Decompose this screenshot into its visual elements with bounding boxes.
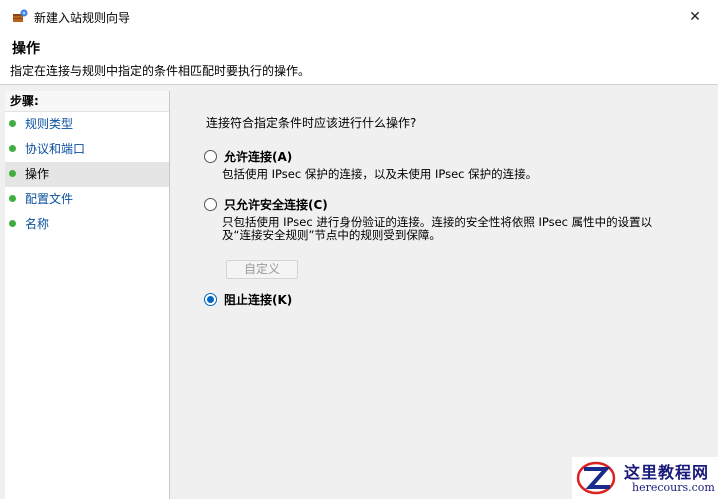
step-bullet-icon — [9, 120, 16, 127]
site-watermark: 这里教程网 herecours.com — [572, 457, 718, 499]
allow-secure-description: 只包括使用 IPsec 进行身份验证的连接。连接的安全性将依照 IPsec 属性… — [222, 215, 653, 242]
step-bullet-icon — [9, 170, 16, 177]
close-icon: ✕ — [689, 8, 701, 25]
action-question: 连接符合指定条件时应该进行什么操作? — [206, 116, 417, 130]
step-protocol-ports[interactable]: 协议和端口 — [5, 137, 169, 162]
step-bullet-icon — [9, 145, 16, 152]
step-bullet-icon — [9, 220, 16, 227]
block-radio[interactable] — [204, 293, 217, 306]
close-button[interactable]: ✕ — [672, 0, 718, 33]
allow-secure-label[interactable]: 只允许安全连接(C) — [224, 196, 328, 213]
step-label: 名称 — [25, 217, 50, 231]
watermark-title: 这里教程网 — [624, 463, 710, 482]
watermark-logo-icon — [576, 461, 616, 495]
step-profile[interactable]: 配置文件 — [5, 187, 169, 212]
steps-sidebar: 步骤: 规则类型 协议和端口 操作 配置文件 名称 — [5, 91, 170, 499]
step-label: 规则类型 — [25, 117, 74, 131]
window-title: 新建入站规则向导 — [34, 11, 131, 25]
step-action[interactable]: 操作 — [5, 162, 169, 187]
main-panel: 连接符合指定条件时应该进行什么操作? 允许连接(A) 包括使用 IPsec 保护… — [172, 91, 718, 499]
page-title: 操作 — [12, 41, 40, 57]
step-bullet-icon — [9, 195, 16, 202]
allow-radio[interactable] — [204, 150, 217, 163]
allow-secure-radio[interactable] — [204, 198, 217, 211]
allow-label[interactable]: 允许连接(A) — [224, 148, 292, 165]
page-description: 指定在连接与规则中指定的条件相匹配时要执行的操作。 — [10, 64, 311, 78]
steps-heading: 步骤: — [5, 91, 169, 112]
customize-button[interactable]: 自定义 — [226, 260, 298, 279]
block-label[interactable]: 阻止连接(K) — [224, 291, 292, 308]
title-bar: 新建入站规则向导 ✕ — [0, 0, 718, 33]
step-label: 配置文件 — [25, 192, 74, 206]
watermark-url: herecours.com — [632, 481, 715, 494]
step-label: 协议和端口 — [25, 142, 86, 156]
allow-description: 包括使用 IPsec 保护的连接，以及未使用 IPsec 保护的连接。 — [222, 167, 538, 181]
step-name[interactable]: 名称 — [5, 212, 169, 237]
step-label: 操作 — [25, 167, 50, 181]
step-rule-type[interactable]: 规则类型 — [5, 112, 169, 137]
firewall-app-icon — [13, 9, 28, 22]
page-header: 操作 指定在连接与规则中指定的条件相匹配时要执行的操作。 — [0, 33, 718, 85]
